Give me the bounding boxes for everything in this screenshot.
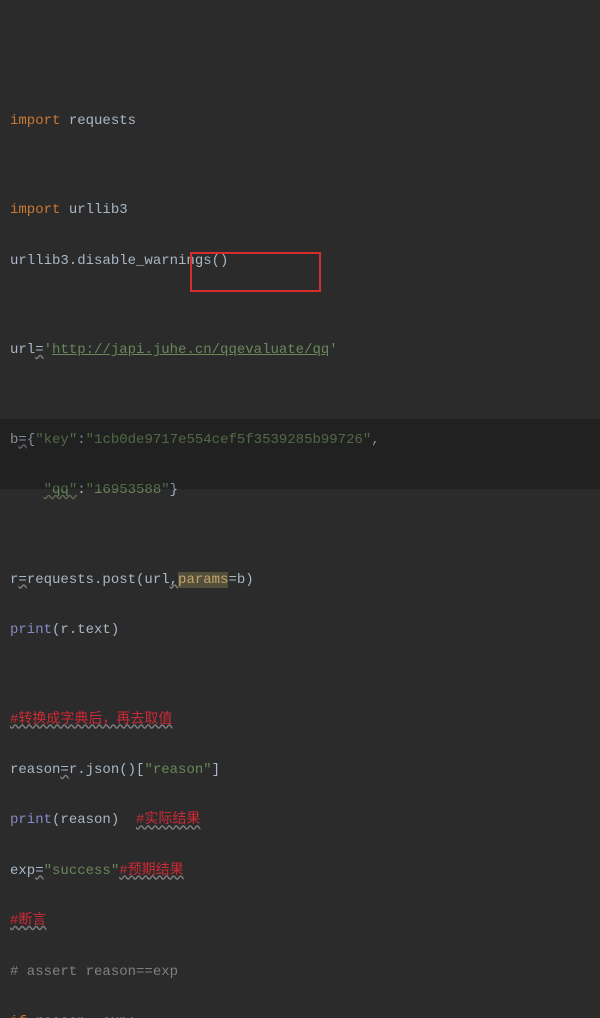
comment: # assert reason==exp bbox=[10, 964, 178, 980]
module-name: requests bbox=[60, 113, 136, 129]
op-eq: = bbox=[18, 572, 26, 588]
var-name: r bbox=[10, 572, 18, 588]
code-line[interactable]: import urllib3 bbox=[10, 198, 600, 223]
arg: b) bbox=[237, 572, 254, 588]
call-args: (reason) bbox=[52, 812, 136, 828]
blank-line bbox=[10, 529, 600, 543]
colon: : bbox=[77, 432, 85, 448]
bracket: ] bbox=[212, 762, 220, 778]
code-line[interactable]: print(reason) #实际结果 bbox=[10, 808, 600, 833]
code-line[interactable]: b={"key":"1cb0de9717e554cef5f3539285b997… bbox=[10, 428, 600, 453]
keyword-if: if bbox=[10, 1014, 35, 1018]
comment: #转换成字典后，再去取值 bbox=[10, 712, 172, 728]
dict-value: "1cb0de9717e554cef5f3539285b99726" bbox=[86, 432, 372, 448]
string-literal: "success" bbox=[44, 863, 120, 879]
call-expr: urllib3.disable_warnings() bbox=[10, 253, 228, 269]
blank-line bbox=[10, 159, 600, 173]
var-name: exp bbox=[10, 863, 35, 879]
call-expr: requests.post(url bbox=[27, 572, 170, 588]
code-line[interactable]: if reason==exp: bbox=[10, 1010, 600, 1018]
url-literal: http://japi.juhe.cn/qqevaluate/qq bbox=[52, 342, 329, 358]
blank-line bbox=[10, 389, 600, 403]
code-line[interactable]: url='http://japi.juhe.cn/qqevaluate/qq' bbox=[10, 338, 600, 363]
call-args: (r.text) bbox=[52, 622, 119, 638]
code-line[interactable]: reason=r.json()["reason"] bbox=[10, 758, 600, 783]
indent bbox=[10, 482, 44, 498]
var-name: reason bbox=[10, 762, 60, 778]
module-name: urllib3 bbox=[60, 202, 127, 218]
blank-line bbox=[10, 669, 600, 683]
comma: , bbox=[371, 432, 379, 448]
keyword-import: import bbox=[10, 202, 60, 218]
comment: #实际结果 bbox=[136, 812, 200, 828]
dict-key: "reason" bbox=[144, 762, 211, 778]
op-eq: = bbox=[228, 572, 236, 588]
call-expr: r.json()[ bbox=[69, 762, 145, 778]
op-eqeq: == bbox=[86, 1014, 103, 1018]
op-eq: = bbox=[60, 762, 68, 778]
code-line[interactable]: import requests bbox=[10, 109, 600, 134]
code-line[interactable]: r=requests.post(url,params=b) bbox=[10, 568, 600, 593]
comment: #预期结果 bbox=[119, 863, 183, 879]
builtin-print: print bbox=[10, 812, 52, 828]
quote: ' bbox=[329, 342, 337, 358]
comma: , bbox=[170, 572, 178, 588]
code-line[interactable]: print(r.text) bbox=[10, 618, 600, 643]
builtin-print: print bbox=[10, 622, 52, 638]
code-line[interactable]: "qq":"16953588"} bbox=[10, 478, 600, 503]
dict-value: "16953588" bbox=[86, 482, 170, 498]
comment: #断言 bbox=[10, 913, 46, 929]
brace: } bbox=[170, 482, 178, 498]
op-eq: = bbox=[35, 863, 43, 879]
dict-key: "qq" bbox=[44, 482, 78, 498]
dict-key: "key" bbox=[35, 432, 77, 448]
var-name: reason bbox=[35, 1014, 85, 1018]
code-line[interactable]: exp="success"#预期结果 bbox=[10, 859, 600, 884]
code-line[interactable]: urllib3.disable_warnings() bbox=[10, 249, 600, 274]
code-line[interactable]: #断言 bbox=[10, 909, 600, 934]
keyword-params: params bbox=[178, 572, 228, 588]
var-name: url bbox=[10, 342, 35, 358]
op-eq: = bbox=[18, 432, 26, 448]
brace: { bbox=[27, 432, 35, 448]
var-name: exp: bbox=[102, 1014, 136, 1018]
blank-line bbox=[10, 299, 600, 313]
colon: : bbox=[77, 482, 85, 498]
keyword-import: import bbox=[10, 113, 60, 129]
code-line[interactable]: # assert reason==exp bbox=[10, 960, 600, 985]
code-line[interactable]: #转换成字典后，再去取值 bbox=[10, 708, 600, 733]
op-eq: = bbox=[35, 342, 43, 358]
quote: ' bbox=[44, 342, 52, 358]
